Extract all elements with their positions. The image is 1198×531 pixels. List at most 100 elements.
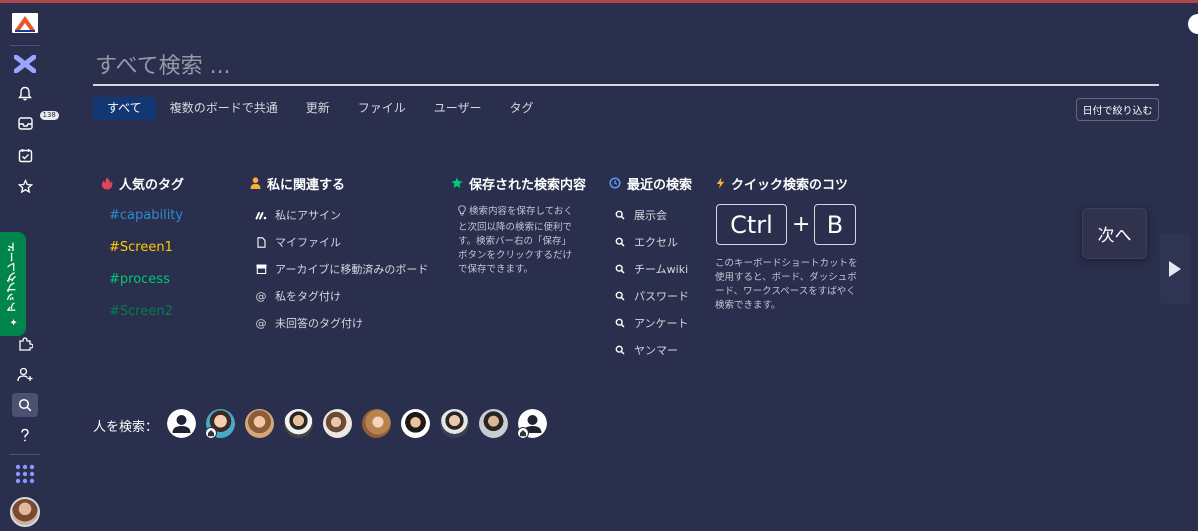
- date-filter-button[interactable]: 日付で絞り込む: [1076, 98, 1159, 121]
- invite-user-icon: [17, 367, 33, 382]
- inbox-button[interactable]: 138: [0, 111, 59, 130]
- related-item-label: アーカイブに移動済みのボード: [275, 263, 429, 276]
- recent-search-label: アンケート: [634, 317, 689, 330]
- saved-searches-title-text: 保存された検索内容: [469, 177, 587, 193]
- popular-tags-title-text: 人気のタグ: [119, 177, 185, 193]
- lightbulb-icon: [458, 205, 466, 216]
- search-icon: [615, 237, 625, 247]
- home-icon: [205, 427, 217, 439]
- next-tip-button[interactable]: [1160, 234, 1190, 304]
- tag-screen1[interactable]: #Screen1: [109, 240, 173, 255]
- product-switcher-icon: [15, 464, 35, 484]
- avatar: [323, 409, 352, 438]
- archive-icon: [256, 264, 266, 274]
- tag-process[interactable]: #process: [109, 272, 170, 287]
- default-avatar-icon: [167, 409, 196, 438]
- avatar: [10, 497, 40, 527]
- file-icon: [256, 236, 266, 248]
- recent-search-item[interactable]: アンケート: [612, 315, 689, 331]
- monday-logo-icon: [255, 211, 267, 219]
- avatar: [479, 409, 508, 438]
- people-search-label: 人を検索：: [93, 420, 159, 435]
- saved-searches-description-text: 検索内容を保存しておくと次回以降の検索に便利です。検索バー右の「保存」ボタンをク…: [458, 206, 573, 275]
- person-avatar[interactable]: [362, 409, 391, 438]
- related-to-me-section: 私に関連する: [250, 174, 346, 193]
- person-avatar[interactable]: [245, 409, 274, 438]
- related-item-tagged-me[interactable]: @ 私をタグ付け: [253, 288, 342, 304]
- company-logo[interactable]: [0, 13, 50, 33]
- recent-search-label: パスワード: [634, 290, 689, 303]
- avatar: [245, 409, 274, 438]
- related-item-unanswered-tags[interactable]: @ 未回答のタグ付け: [253, 315, 364, 331]
- edge-indicator: [1188, 14, 1198, 34]
- tag-capability[interactable]: #capability: [109, 208, 183, 223]
- recent-searches-title: 最近の検索: [609, 174, 693, 193]
- upgrade-button[interactable]: ✦ アップグレード: [0, 232, 26, 336]
- recent-search-item[interactable]: パスワード: [612, 288, 689, 304]
- quick-search-tips-title-text: クイック検索のコツ: [731, 177, 849, 193]
- monday-x-logo-icon: [14, 55, 36, 73]
- recent-search-item[interactable]: エクセル: [612, 234, 678, 250]
- apps-button[interactable]: [0, 336, 50, 351]
- person-avatar[interactable]: [401, 409, 430, 438]
- sidebar-divider: [10, 45, 40, 46]
- related-to-me-title-text: 私に関連する: [267, 177, 346, 193]
- person-avatar[interactable]: [479, 409, 508, 438]
- sidebar-divider: [10, 454, 40, 455]
- favorites-button[interactable]: [0, 179, 50, 194]
- recent-search-item[interactable]: ヤンマー: [612, 342, 678, 358]
- plus-sign: +: [792, 212, 811, 237]
- tab-tags[interactable]: タグ: [496, 97, 548, 120]
- popular-tags-title: 人気のタグ: [101, 174, 185, 193]
- lightning-icon: [716, 177, 725, 189]
- recent-search-item[interactable]: 展示会: [612, 207, 667, 223]
- my-work-button[interactable]: [0, 148, 50, 163]
- search-nav-button[interactable]: [0, 393, 50, 417]
- tab-users[interactable]: ユーザー: [420, 97, 496, 120]
- at-icon: @: [255, 289, 267, 303]
- play-arrow-icon: [1169, 261, 1181, 277]
- search-bar: [93, 48, 1159, 86]
- recent-search-label: チームwiki: [634, 263, 689, 276]
- fire-icon: [101, 177, 113, 189]
- recent-search-item[interactable]: チームwiki: [612, 261, 688, 277]
- at-icon: @: [255, 316, 267, 330]
- tab-files[interactable]: ファイル: [344, 97, 420, 120]
- help-icon: [21, 428, 29, 442]
- related-item-archived-boards[interactable]: アーカイブに移動済みのボード: [253, 261, 428, 277]
- related-item-my-files[interactable]: マイファイル: [253, 234, 341, 250]
- search-input[interactable]: [93, 48, 1159, 84]
- tag-screen2[interactable]: #Screen2: [109, 304, 173, 319]
- related-item-label: 私をタグ付け: [275, 290, 341, 303]
- tab-cross-boards[interactable]: 複数のボードで共通: [156, 97, 292, 120]
- workspace-logo[interactable]: [0, 55, 50, 73]
- user-avatar-button[interactable]: [0, 497, 50, 527]
- star-icon: [451, 177, 463, 188]
- tab-updates[interactable]: 更新: [292, 97, 344, 120]
- popular-tags-section: 人気のタグ: [101, 174, 185, 193]
- recent-searches-title-text: 最近の検索: [627, 177, 693, 193]
- search-icon: [615, 318, 625, 328]
- inbox-count-badge: 138: [39, 111, 59, 120]
- search-icon: [18, 398, 32, 412]
- invite-members-button[interactable]: [0, 367, 50, 382]
- saved-searches-title: 保存された検索内容: [451, 174, 587, 193]
- window-top-border: [0, 0, 1198, 3]
- left-sidebar: 138 ✦ アップグレード: [0, 3, 59, 531]
- avatar: [362, 409, 391, 438]
- person-avatar[interactable]: [167, 409, 196, 438]
- person-avatar[interactable]: [284, 409, 313, 438]
- person-avatar[interactable]: [517, 409, 547, 439]
- related-item-assigned[interactable]: 私にアサイン: [253, 207, 341, 223]
- help-button[interactable]: [0, 428, 50, 443]
- next-tip-tooltip: 次へ: [1082, 208, 1147, 259]
- tab-all[interactable]: すべて: [93, 97, 156, 120]
- product-switcher-button[interactable]: [0, 464, 50, 484]
- notifications-button[interactable]: [0, 86, 50, 101]
- search-icon: [615, 345, 625, 355]
- related-item-label: マイファイル: [275, 236, 341, 249]
- person-avatar[interactable]: [205, 409, 235, 439]
- person-avatar[interactable]: [440, 409, 469, 438]
- person-avatar[interactable]: [323, 409, 352, 438]
- home-icon: [517, 427, 529, 439]
